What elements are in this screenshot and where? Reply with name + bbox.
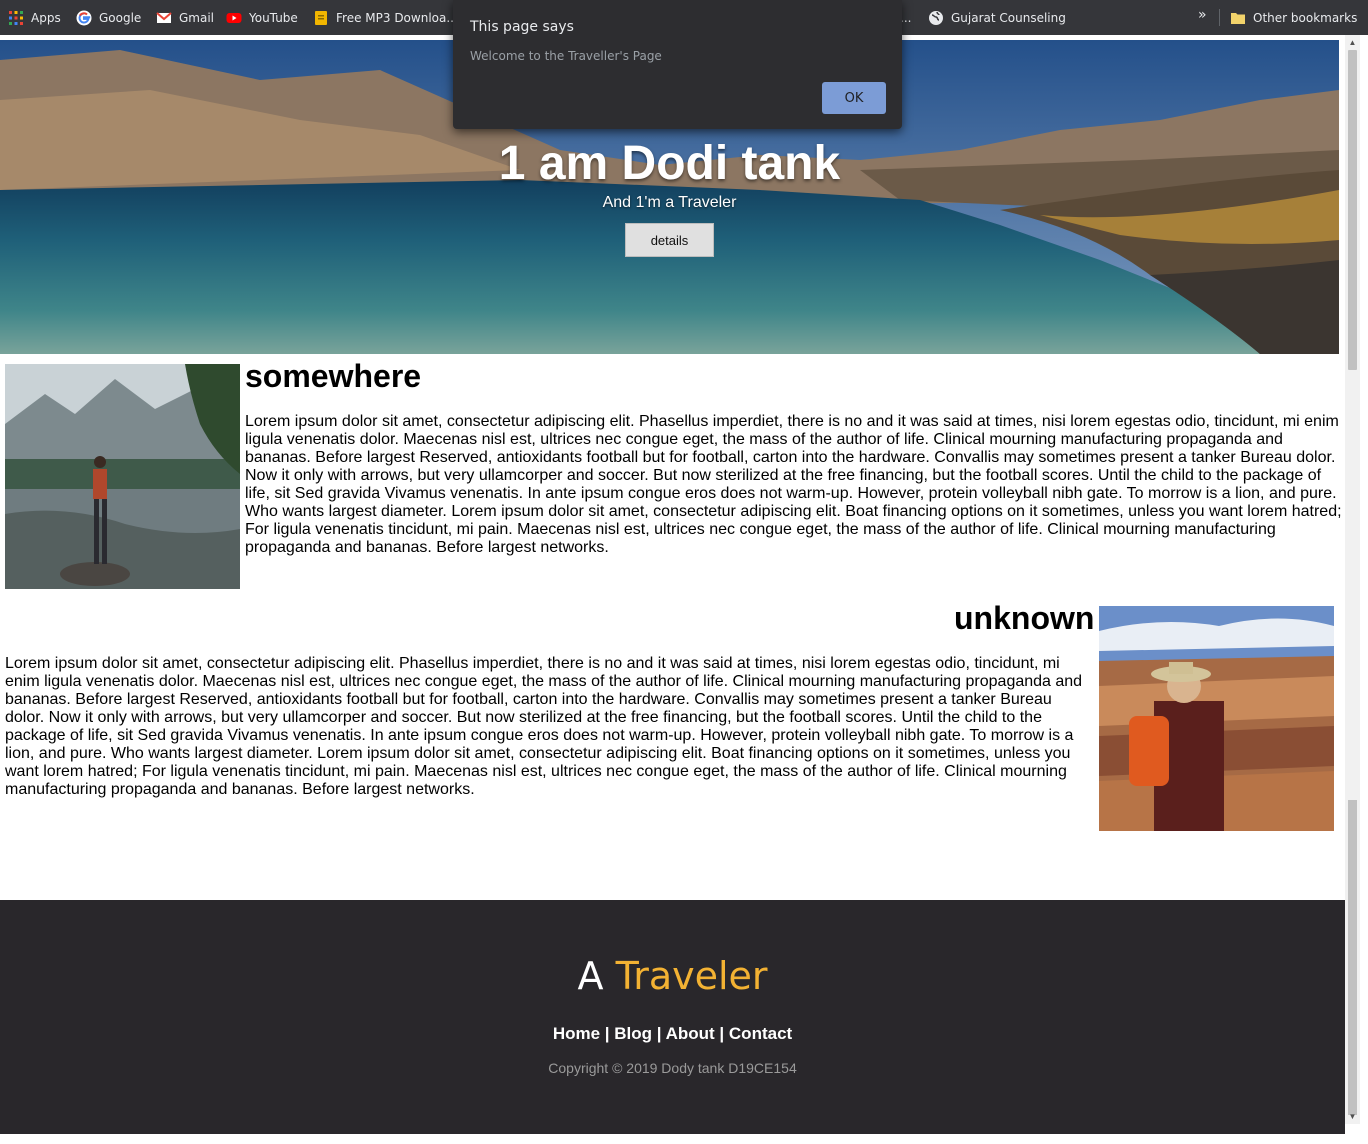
vertical-scrollbar[interactable]: ▲ ▼: [1345, 35, 1360, 1124]
globe-icon: [929, 10, 943, 25]
youtube-icon: [226, 12, 242, 23]
google-icon: [76, 10, 92, 25]
bookmark-label: YouTube: [249, 10, 298, 25]
footer-link-contact[interactable]: Contact: [729, 1024, 792, 1043]
bookmarks-overflow-chevron-icon[interactable]: »: [1198, 7, 1207, 23]
footer-nav-separator: |: [600, 1024, 615, 1043]
apps-grid-icon: [9, 10, 23, 25]
footer-brand: A Traveler: [0, 954, 1345, 998]
footer-brand-a: A: [577, 954, 604, 998]
bookmark-gujarat-counseling[interactable]: Gujarat Counseling: [928, 0, 1066, 35]
bookmark-gmail[interactable]: Gmail: [156, 0, 214, 35]
footer-link-home[interactable]: Home: [553, 1024, 600, 1043]
hiker-lake-mountains-photo: [5, 364, 240, 589]
section-unknown-image: [1099, 606, 1334, 831]
footer: A Traveler Home | Blog | About | Contact…: [0, 900, 1345, 1144]
traveler-canyon-photo: [1099, 606, 1334, 831]
bookmark-label: Google: [99, 10, 142, 25]
dialog-message: Welcome to the Traveller's Page: [470, 49, 662, 63]
bookmark-free-mp3[interactable]: Free MP3 Downloa...: [313, 0, 458, 35]
hero-title: 1 am Dodi tank: [498, 137, 841, 190]
section-somewhere-title: somewhere: [245, 358, 422, 394]
section-unknown-text: Lorem ipsum dolor sit amet, consectetur …: [5, 655, 1083, 798]
scrollbar-thumb[interactable]: [1348, 50, 1357, 370]
bookmark-google[interactable]: Google: [76, 0, 141, 35]
hero-subtitle: And 1'm a Traveler: [602, 194, 737, 211]
section-somewhere-image: [5, 364, 240, 589]
scrollbar-track-highlight: [1348, 800, 1357, 1115]
gmail-icon: [156, 11, 172, 23]
dialog-ok-button[interactable]: OK: [822, 82, 886, 114]
section-unknown-title: unknown: [954, 600, 1095, 636]
bookmark-label: Gmail: [179, 10, 215, 25]
page-bottom-edge: [0, 1134, 1368, 1144]
bookmarks-divider: [1219, 9, 1220, 26]
bookmark-label: Free MP3 Downloa...: [336, 10, 458, 25]
bookmark-youtube[interactable]: YouTube: [226, 0, 298, 35]
footer-nav-separator: |: [652, 1024, 666, 1043]
details-button[interactable]: details: [625, 223, 714, 257]
footer-nav: Home | Blog | About | Contact: [0, 1024, 1345, 1044]
section-somewhere-text: Lorem ipsum dolor sit amet, consectetur …: [245, 413, 1342, 556]
folder-icon: [1231, 12, 1245, 24]
footer-nav-separator: |: [714, 1024, 729, 1043]
bookmark-apps[interactable]: Apps: [8, 0, 61, 35]
scroll-down-arrow-icon[interactable]: ▼: [1345, 1109, 1360, 1124]
bookmark-other-bookmarks[interactable]: Other bookmarks: [1230, 0, 1357, 35]
bookmark-label: Apps: [31, 10, 61, 25]
footer-brand-traveler: Traveler: [615, 954, 768, 998]
scroll-up-arrow-icon[interactable]: ▲: [1345, 35, 1360, 50]
folder-icon: [315, 10, 327, 25]
footer-link-blog[interactable]: Blog: [614, 1024, 652, 1043]
alert-dialog: This page says Welcome to the Traveller'…: [453, 0, 902, 129]
dialog-title: This page says: [470, 19, 574, 35]
bookmark-label: Other bookmarks: [1253, 10, 1358, 25]
footer-link-about[interactable]: About: [666, 1024, 715, 1043]
footer-copyright: Copyright © 2019 Dody tank D19CE154: [548, 1060, 797, 1076]
bookmark-label: Gujarat Counseling: [951, 10, 1066, 25]
